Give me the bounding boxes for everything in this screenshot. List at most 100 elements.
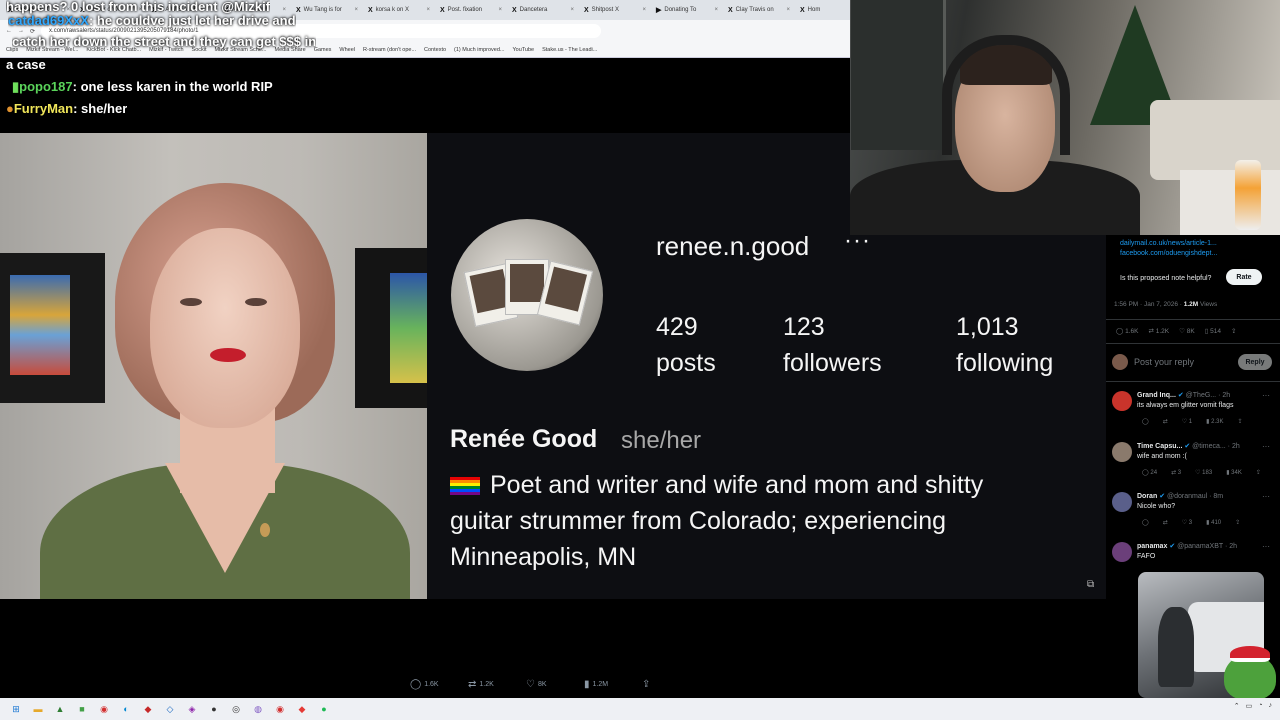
reply-icon: ◯ [410,678,422,690]
profile-username: renee.n.good [656,231,810,261]
bookmark-icon[interactable]: ▯ 514 [1205,327,1221,335]
spotify-icon[interactable]: ● [316,701,332,717]
bookmark-item[interactable]: (1) Much improved... [454,47,504,53]
reply-icon[interactable]: ◯ 1.6K [1116,327,1138,335]
share-icon[interactable]: ⇪ [1231,327,1236,335]
heart-icon[interactable]: ♡ 8K [1179,327,1195,335]
avatar[interactable] [1112,492,1132,512]
browser-tab[interactable]: X Dancetera × [508,2,578,18]
heart-icon[interactable]: ♡ 3 [1182,519,1192,526]
close-icon[interactable]: × [714,7,718,13]
browser-tab[interactable]: Xkorsa k on X × [364,2,434,18]
reply-icon[interactable]: ◯ 24 [1142,469,1157,476]
browser-tab[interactable]: X Post. fixation × [436,2,506,18]
reply-author[interactable]: Grand Inq... [1137,392,1176,399]
chat-message: : she/her [73,101,128,116]
share-icon[interactable]: ⇪ [1256,469,1261,476]
share-icon[interactable]: ⇪ [1237,418,1242,425]
app-icon[interactable]: ◎ [228,701,244,717]
close-icon[interactable]: × [498,7,502,13]
browser-tab[interactable]: X Wu Tang is for × [292,2,362,18]
repost-icon[interactable]: ⇄ [1163,519,1168,526]
avatar[interactable] [1112,542,1132,562]
chrome-icon[interactable]: ◉ [96,701,112,717]
chat-username: FurryMan [13,101,74,116]
bookmark-item[interactable]: Contexto [424,47,446,53]
rainbow-flag-icon [450,477,480,495]
bookmark-item[interactable]: Wheel [339,47,355,53]
frog-emote-icon [1224,646,1276,700]
close-icon[interactable]: × [426,7,430,13]
app-icon[interactable]: ■ [74,701,90,717]
heart-icon[interactable]: ♡ 1 [1182,418,1192,425]
repost-icon[interactable]: ⇄ 3 [1171,469,1181,476]
browser-tab[interactable]: ▶ Donating To × [652,2,722,18]
more-options-icon[interactable]: ··· [1262,391,1270,400]
more-options-icon[interactable]: ··· [1262,542,1270,551]
posts-stat: 429 posts [656,309,716,381]
heart-icon: ♡ [526,678,535,690]
avatar[interactable] [1112,391,1132,411]
app-icon[interactable]: ◍ [250,701,266,717]
reply-item[interactable]: Doran ✔ @doranmaul · 8m ··· Nicole who? … [1112,492,1272,536]
app-icon[interactable]: ◉ [272,701,288,717]
reply-author[interactable]: Doran [1137,493,1157,500]
tab-label: Wu Tang is for [303,7,342,13]
reply-handle: @doranmaul · 8m [1167,493,1224,500]
views-icon[interactable]: ▮ 2.3K [1206,418,1223,425]
views-action[interactable]: ▮ 1.2M [584,679,642,690]
source-link[interactable]: facebook.com/oduengishdept... [1120,249,1217,259]
source-link[interactable]: dailymail.co.uk/news/article-1... [1120,239,1217,249]
bookmark-item[interactable]: Games [314,47,332,53]
image-expand-icon[interactable]: ⧉ [1087,579,1094,590]
browser-tab[interactable]: X Clay Travis on × [724,2,794,18]
views-icon[interactable]: ▮ 34K [1226,469,1242,476]
reply-item[interactable]: Grand Inq... ✔ @TheG... · 2h ··· its alw… [1112,391,1272,435]
app-icon[interactable]: ▲ [52,701,68,717]
share-icon[interactable]: ⇪ [1235,519,1240,526]
browser-tab[interactable]: X Shitpost X × [580,2,650,18]
close-icon[interactable]: × [642,7,646,13]
bio-line-1: Poet and writer and wife and mom and shi… [490,471,984,499]
more-options-icon[interactable]: ··· [1262,492,1270,501]
reply-item[interactable]: Time Capsu... ✔ @timeca... · 2h ··· wife… [1112,442,1272,486]
close-icon[interactable]: × [570,7,574,13]
avatar[interactable] [1112,442,1132,462]
reply-author[interactable]: panamax [1137,543,1167,550]
reply-input[interactable]: Post your reply [1134,357,1232,367]
bookmark-item[interactable]: YouTube [512,47,534,53]
rate-button[interactable]: Rate [1226,269,1262,285]
app-icon[interactable]: ◆ [294,701,310,717]
reply-icon[interactable]: ◯ [1142,418,1149,425]
share-action[interactable]: ⇪ [642,679,700,690]
browser-tab[interactable]: XHom× [796,2,850,18]
reply-stats: ◯ ⇄ ♡ 1 ▮ 2.3K ⇪ [1142,418,1242,425]
system-tray[interactable]: ⌃ ▭ ◔ ♪ [1234,702,1272,710]
like-action[interactable]: ♡ 8K [526,679,584,690]
bookmark-item[interactable]: Stake.us - The Leadi... [542,47,597,53]
views-icon[interactable]: ▮ 410 [1206,519,1221,526]
reply-author[interactable]: Time Capsu... [1137,443,1182,450]
reply-text: FAFO [1137,553,1156,560]
app-icon[interactable]: ● [206,701,222,717]
close-icon[interactable]: × [786,7,790,13]
file-explorer-icon[interactable]: ▬ [30,701,46,717]
bookmark-item[interactable]: R-stream (don't ope... [363,47,416,53]
repost-action[interactable]: ⇄ 1.2K [468,679,526,690]
reply-icon[interactable]: ◯ [1142,519,1149,526]
more-options-icon[interactable]: ··· [1262,442,1270,451]
heart-icon[interactable]: ♡ 183 [1195,469,1212,476]
reply-action[interactable]: ◯ 1.6K [410,679,468,690]
repost-icon[interactable]: ⇄ 1.2K [1148,327,1169,335]
note-sources: dailymail.co.uk/news/article-1... facebo… [1120,239,1217,259]
following-stat: 1,013 following [956,309,1053,381]
close-icon[interactable]: × [354,7,358,13]
app-icon[interactable]: ◇ [162,701,178,717]
edge-icon[interactable]: ◐ [118,701,134,717]
windows-start-icon[interactable]: ⊞ [8,701,24,717]
reply-button[interactable]: Reply [1238,354,1272,370]
app-icon[interactable]: ◆ [140,701,156,717]
post-meta: 1:56 PM · Jan 7, 2026 · 1.2M Views [1114,301,1218,308]
app-icon[interactable]: ◈ [184,701,200,717]
repost-icon[interactable]: ⇄ [1163,418,1168,425]
